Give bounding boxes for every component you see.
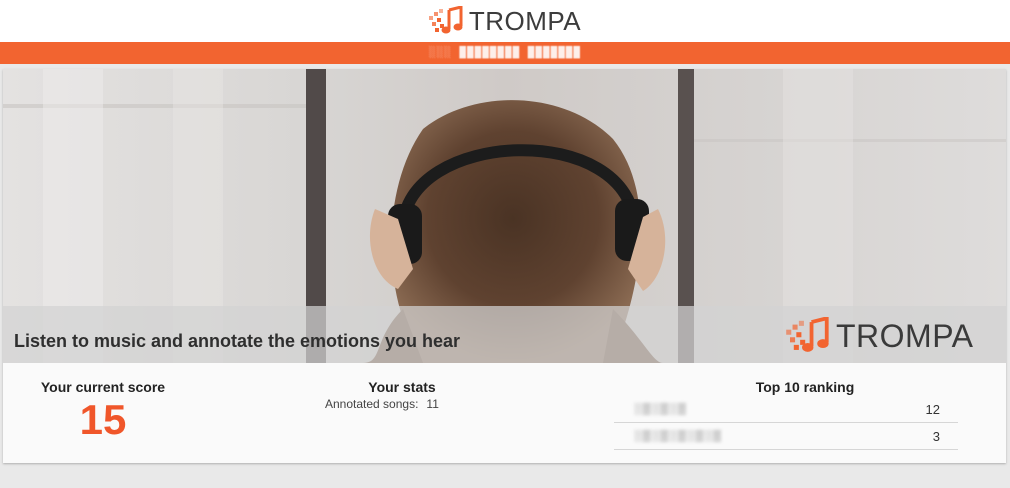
score-value: 15 [79, 396, 127, 443]
logo-text: TROMPA [468, 6, 582, 36]
trompa-logo[interactable]: TROMPA [428, 6, 582, 36]
ranking-user-name: ░▒░▒░▒ [634, 403, 687, 415]
music-note-icon [786, 317, 829, 352]
ranking-row: ░▒░▒░▒ 12 [614, 396, 958, 423]
ranking-row: ░▒░▒░▒░▒░▒ 3 [614, 423, 958, 450]
annotated-songs-label: Annotated songs: [325, 397, 419, 411]
hero-trompa-logo: TROMPA [786, 317, 974, 355]
ranking-user-score: 12 [925, 402, 940, 417]
music-note-icon [428, 6, 463, 34]
stats-title: Your stats [368, 379, 436, 395]
hero-logo-text: TROMPA [836, 318, 974, 354]
ranking-title: Top 10 ranking [755, 379, 855, 395]
notice-bar: ░░░ ████████ ███████ [0, 42, 1010, 64]
ranking-list: ░▒░▒░▒ 12 ░▒░▒░▒░▒░▒ 3 [614, 396, 958, 450]
top-header: TROMPA [0, 0, 1010, 42]
ranking-user-score: 3 [932, 429, 940, 444]
annotated-songs-stat: Annotated songs: 11 [325, 397, 439, 411]
hero-tagline: Listen to music and annotate the emotion… [14, 331, 461, 351]
notice-text: ░░░ ████████ ███████ [428, 47, 582, 59]
ranking-user-name: ░▒░▒░▒░▒░▒ [634, 430, 722, 442]
annotated-songs-value: 11 [426, 397, 439, 411]
score-title: Your current score [40, 379, 166, 395]
